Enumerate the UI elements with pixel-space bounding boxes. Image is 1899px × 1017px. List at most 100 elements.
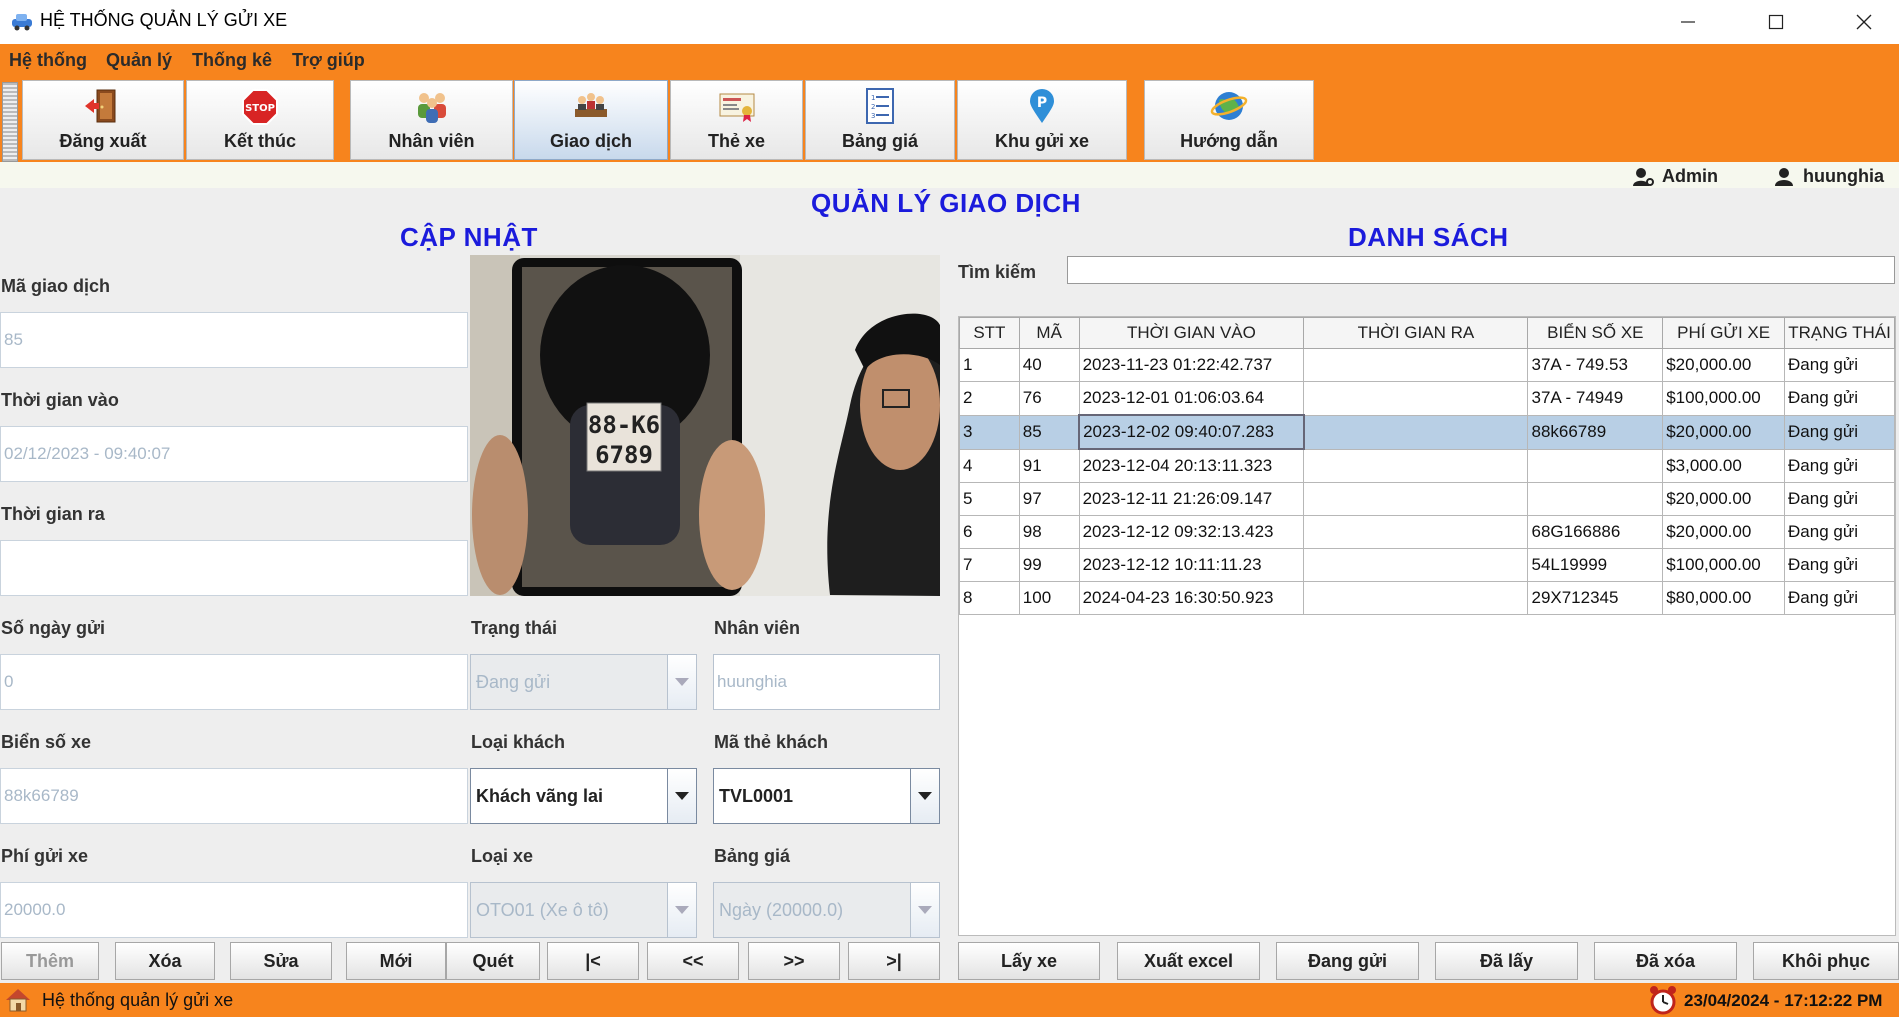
table-cell[interactable]: Đang gửi [1784, 482, 1895, 516]
delete-button[interactable]: Xóa [115, 942, 215, 980]
table-cell[interactable]: 4 [959, 448, 1020, 483]
table-cell[interactable]: 91 [1018, 448, 1080, 483]
table-cell[interactable] [1527, 482, 1664, 516]
price-list-button[interactable]: 1 2 3 Bảng giá [805, 80, 955, 160]
last-record-button[interactable]: >| [848, 942, 940, 980]
table-row[interactable]: 4 91 2023-12-04 20:13:11.323 $3,000.00 Đang … [959, 448, 1895, 483]
table-cell[interactable] [1303, 482, 1529, 516]
loai-khach-select[interactable]: Khách vãng lai [470, 768, 697, 824]
table-cell[interactable]: 1 [959, 348, 1020, 382]
table-cell[interactable]: $100,000.00 [1662, 548, 1786, 582]
table-cell[interactable]: 2023-12-01 01:06:03.64 [1078, 381, 1305, 416]
table-cell[interactable]: 85 [1018, 414, 1080, 450]
table-cell[interactable]: 2023-12-12 10:11:11.23 [1078, 548, 1305, 582]
column-header[interactable]: MÃ [1018, 317, 1080, 349]
table-cell[interactable]: 6 [959, 515, 1020, 549]
column-header[interactable]: THỜI GIAN VÀO [1078, 317, 1305, 349]
chevron-down-icon[interactable] [667, 883, 696, 937]
menu-quan-ly[interactable]: Quản lý [106, 50, 172, 71]
table-cell[interactable]: $20,000.00 [1662, 348, 1786, 382]
table-row[interactable]: 1 40 2023-11-23 01:22:42.737 37A - 749.53 $2… [959, 348, 1895, 382]
chevron-down-icon[interactable] [910, 769, 939, 823]
edit-button[interactable]: Sửa [230, 942, 332, 980]
next-record-button[interactable]: >> [748, 942, 840, 980]
table-cell[interactable] [1303, 448, 1529, 483]
table-cell[interactable]: 88k66789 [1527, 414, 1664, 450]
parking-area-button[interactable]: P Khu gửi xe [957, 80, 1127, 160]
chevron-down-icon[interactable] [667, 655, 696, 709]
table-cell[interactable]: 2024-04-23 16:30:50.923 [1078, 581, 1305, 615]
table-row[interactable]: 3 85 2023-12-02 09:40:07.283 88k66789 $20,00… [959, 414, 1895, 450]
column-header[interactable]: THỜI GIAN RA [1303, 317, 1529, 349]
table-cell[interactable]: 2023-12-11 21:26:09.147 [1078, 482, 1305, 516]
filter-parked-button[interactable]: Đang gửi [1276, 942, 1419, 980]
scan-button[interactable]: Quét [446, 942, 540, 980]
table-cell[interactable]: 2023-12-12 09:32:13.423 [1078, 515, 1305, 549]
ma-giao-dich-field[interactable]: 85 [0, 312, 468, 368]
table-cell[interactable] [1303, 581, 1529, 615]
close-button[interactable] [1829, 0, 1899, 44]
new-button[interactable]: Mới [346, 942, 446, 980]
table-cell[interactable]: 54L19999 [1527, 548, 1664, 582]
table-cell[interactable]: Đang gửi [1784, 548, 1895, 582]
bang-gia-select[interactable]: Ngày (20000.0) [713, 882, 940, 938]
table-cell[interactable]: Đang gửi [1784, 448, 1895, 483]
nhan-vien-field[interactable]: huunghia [713, 654, 940, 710]
minimize-button-area[interactable] [1653, 0, 1723, 44]
phi-gui-xe-field[interactable]: 20000.0 [0, 882, 468, 938]
table-row[interactable]: 2 76 2023-12-01 01:06:03.64 37A - 74949 $100… [959, 381, 1895, 416]
export-excel-button[interactable]: Xuất excel [1117, 942, 1260, 980]
search-input[interactable] [1067, 256, 1895, 284]
table-cell[interactable]: 2023-12-02 09:40:07.283 [1078, 414, 1305, 450]
help-button[interactable]: Hướng dẫn [1144, 80, 1314, 160]
table-cell[interactable]: Đang gửi [1784, 381, 1895, 416]
logout-button[interactable]: Đăng xuất [22, 80, 184, 160]
table-row[interactable]: 5 97 2023-12-11 21:26:09.147 $20,000.00 Đang… [959, 482, 1895, 516]
toolbar-grip[interactable] [2, 82, 18, 162]
column-header[interactable]: BIỂN SỐ XE [1527, 317, 1664, 349]
table-cell[interactable]: 100 [1018, 581, 1080, 615]
column-header[interactable]: STT [959, 317, 1020, 349]
first-record-button[interactable]: |< [547, 942, 639, 980]
table-cell[interactable]: 5 [959, 482, 1020, 516]
table-cell[interactable]: Đang gửi [1784, 348, 1895, 382]
chevron-down-icon[interactable] [910, 883, 939, 937]
table-cell[interactable] [1303, 414, 1529, 450]
filter-picked-up-button[interactable]: Đã lấy [1435, 942, 1578, 980]
table-cell[interactable]: $20,000.00 [1662, 482, 1786, 516]
table-cell[interactable]: 3 [959, 414, 1020, 450]
restore-button[interactable]: Khôi phục [1753, 942, 1899, 980]
add-button[interactable]: Thêm [1, 942, 99, 980]
table-cell[interactable]: $3,000.00 [1662, 448, 1786, 483]
table-cell[interactable]: 29X712345 [1527, 581, 1664, 615]
table-cell[interactable]: 99 [1018, 548, 1080, 582]
table-cell[interactable] [1303, 548, 1529, 582]
transaction-button[interactable]: Giao dịch [514, 80, 668, 160]
table-row[interactable]: 7 99 2023-12-12 10:11:11.23 54L19999 $100,00… [959, 548, 1895, 582]
table-cell[interactable]: 2 [959, 381, 1020, 416]
table-cell[interactable]: 97 [1018, 482, 1080, 516]
table-cell[interactable]: $100,000.00 [1662, 381, 1786, 416]
column-header[interactable]: TRẠNG THÁI [1784, 317, 1895, 349]
thoi-gian-ra-field[interactable] [0, 540, 468, 596]
menu-thong-ke[interactable]: Thống kê [192, 50, 272, 71]
table-row[interactable]: 8 100 2024-04-23 16:30:50.923 29X712345 $80,… [959, 581, 1895, 615]
table-cell[interactable]: $80,000.00 [1662, 581, 1786, 615]
menu-tro-giup[interactable]: Trợ giúp [292, 50, 365, 71]
column-header[interactable]: PHÍ GỬI XE [1662, 317, 1786, 349]
table-cell[interactable]: Đang gửi [1784, 414, 1895, 450]
ma-the-khach-select[interactable]: TVL0001 [713, 768, 940, 824]
table-cell[interactable]: 40 [1018, 348, 1080, 382]
table-cell[interactable]: Đang gửi [1784, 515, 1895, 549]
bien-so-xe-field[interactable]: 88k66789 [0, 768, 468, 824]
trang-thai-select[interactable]: Đang gửi [470, 654, 697, 710]
table-cell[interactable]: 37A - 74949 [1527, 381, 1664, 416]
table-cell[interactable]: 7 [959, 548, 1020, 582]
table-row[interactable]: 6 98 2023-12-12 09:32:13.423 68G166886 $20,0… [959, 515, 1895, 549]
table-cell[interactable] [1303, 348, 1529, 382]
so-ngay-gui-field[interactable]: 0 [0, 654, 468, 710]
table-cell[interactable]: $20,000.00 [1662, 515, 1786, 549]
table-cell[interactable]: 2023-11-23 01:22:42.737 [1078, 348, 1305, 382]
card-button[interactable]: Thẻ xe [670, 80, 803, 160]
table-cell[interactable] [1527, 448, 1664, 483]
